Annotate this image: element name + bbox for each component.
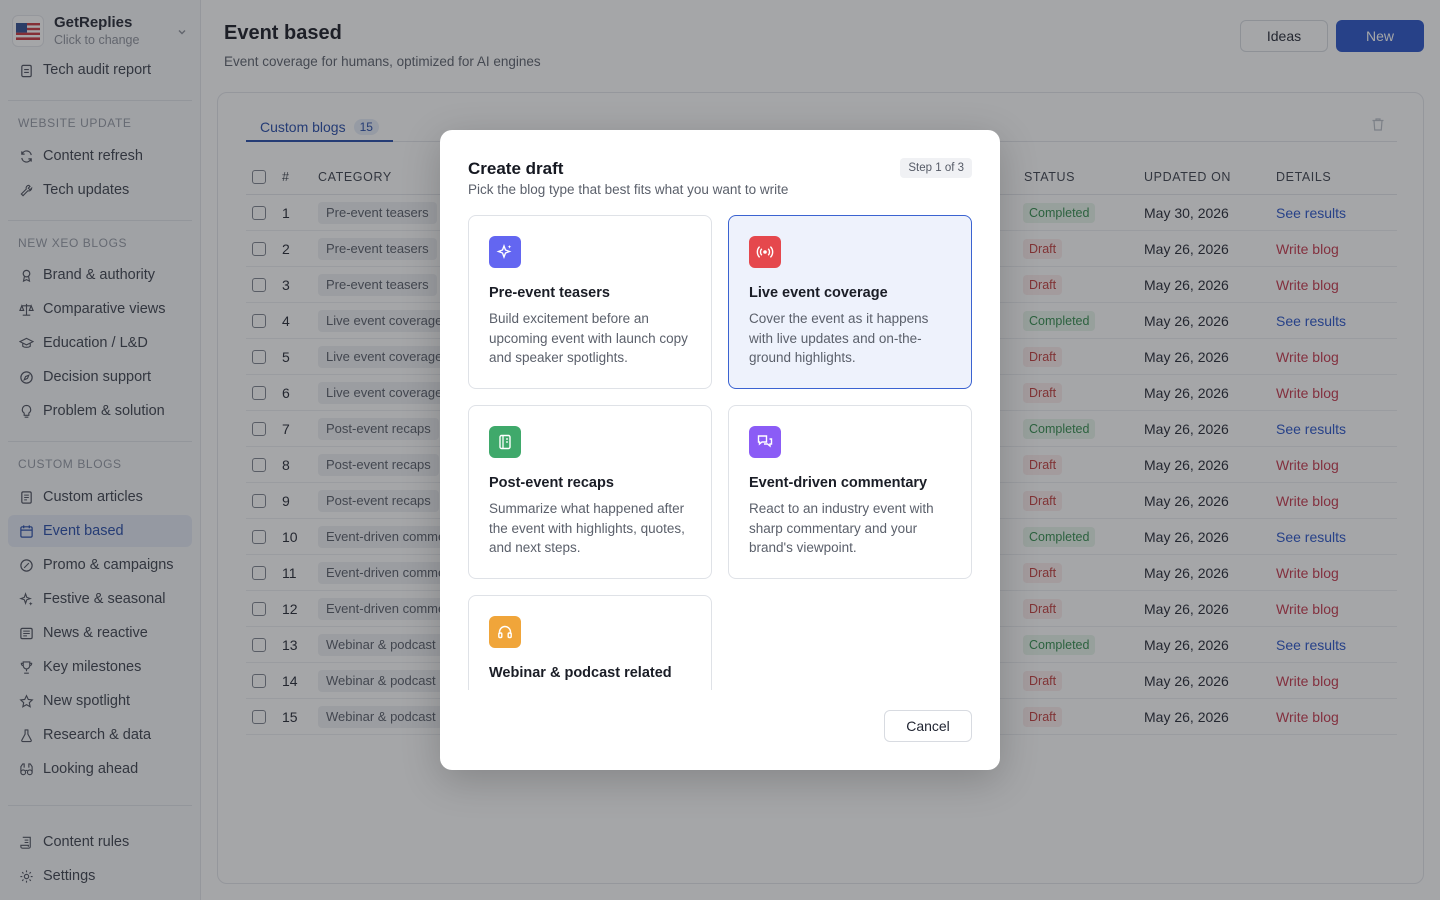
option-title: Pre-event teasers (489, 285, 610, 301)
option-title: Post-event recaps (489, 475, 614, 491)
option-live-event-coverage[interactable]: Live event coverage Cover the event as i… (728, 215, 972, 389)
option-description: Summarize what happened after the event … (489, 501, 685, 555)
step-indicator-badge: Step 1 of 3 (900, 158, 972, 178)
create-draft-modal: Create draft Pick the blog type that bes… (440, 130, 1000, 770)
cancel-button[interactable]: Cancel (884, 710, 972, 742)
option-title: Live event coverage (749, 285, 888, 301)
option-webinar-podcast-related[interactable]: Webinar & podcast related (468, 595, 712, 690)
sparkles-icon (489, 236, 521, 268)
chat-bubbles-icon (749, 426, 781, 458)
notebook-icon (489, 426, 521, 458)
option-description: React to an industry event with sharp co… (749, 501, 934, 555)
option-post-event-recaps[interactable]: Post-event recaps Summarize what happene… (468, 405, 712, 579)
option-event-driven-commentary[interactable]: Event-driven commentary React to an indu… (728, 405, 972, 579)
option-description: Cover the event as it happens with live … (749, 311, 929, 365)
option-description: Build excitement before an upcoming even… (489, 311, 688, 365)
modal-subtitle: Pick the blog type that best fits what y… (468, 182, 789, 197)
broadcast-icon (749, 236, 781, 268)
headphones-icon (489, 616, 521, 648)
modal-title: Create draft (468, 159, 564, 178)
option-title: Event-driven commentary (749, 475, 928, 491)
blog-type-options: Pre-event teasers Build excitement befor… (468, 215, 972, 690)
option-title: Webinar & podcast related (489, 665, 672, 681)
option-pre-event-teasers[interactable]: Pre-event teasers Build excitement befor… (468, 215, 712, 389)
